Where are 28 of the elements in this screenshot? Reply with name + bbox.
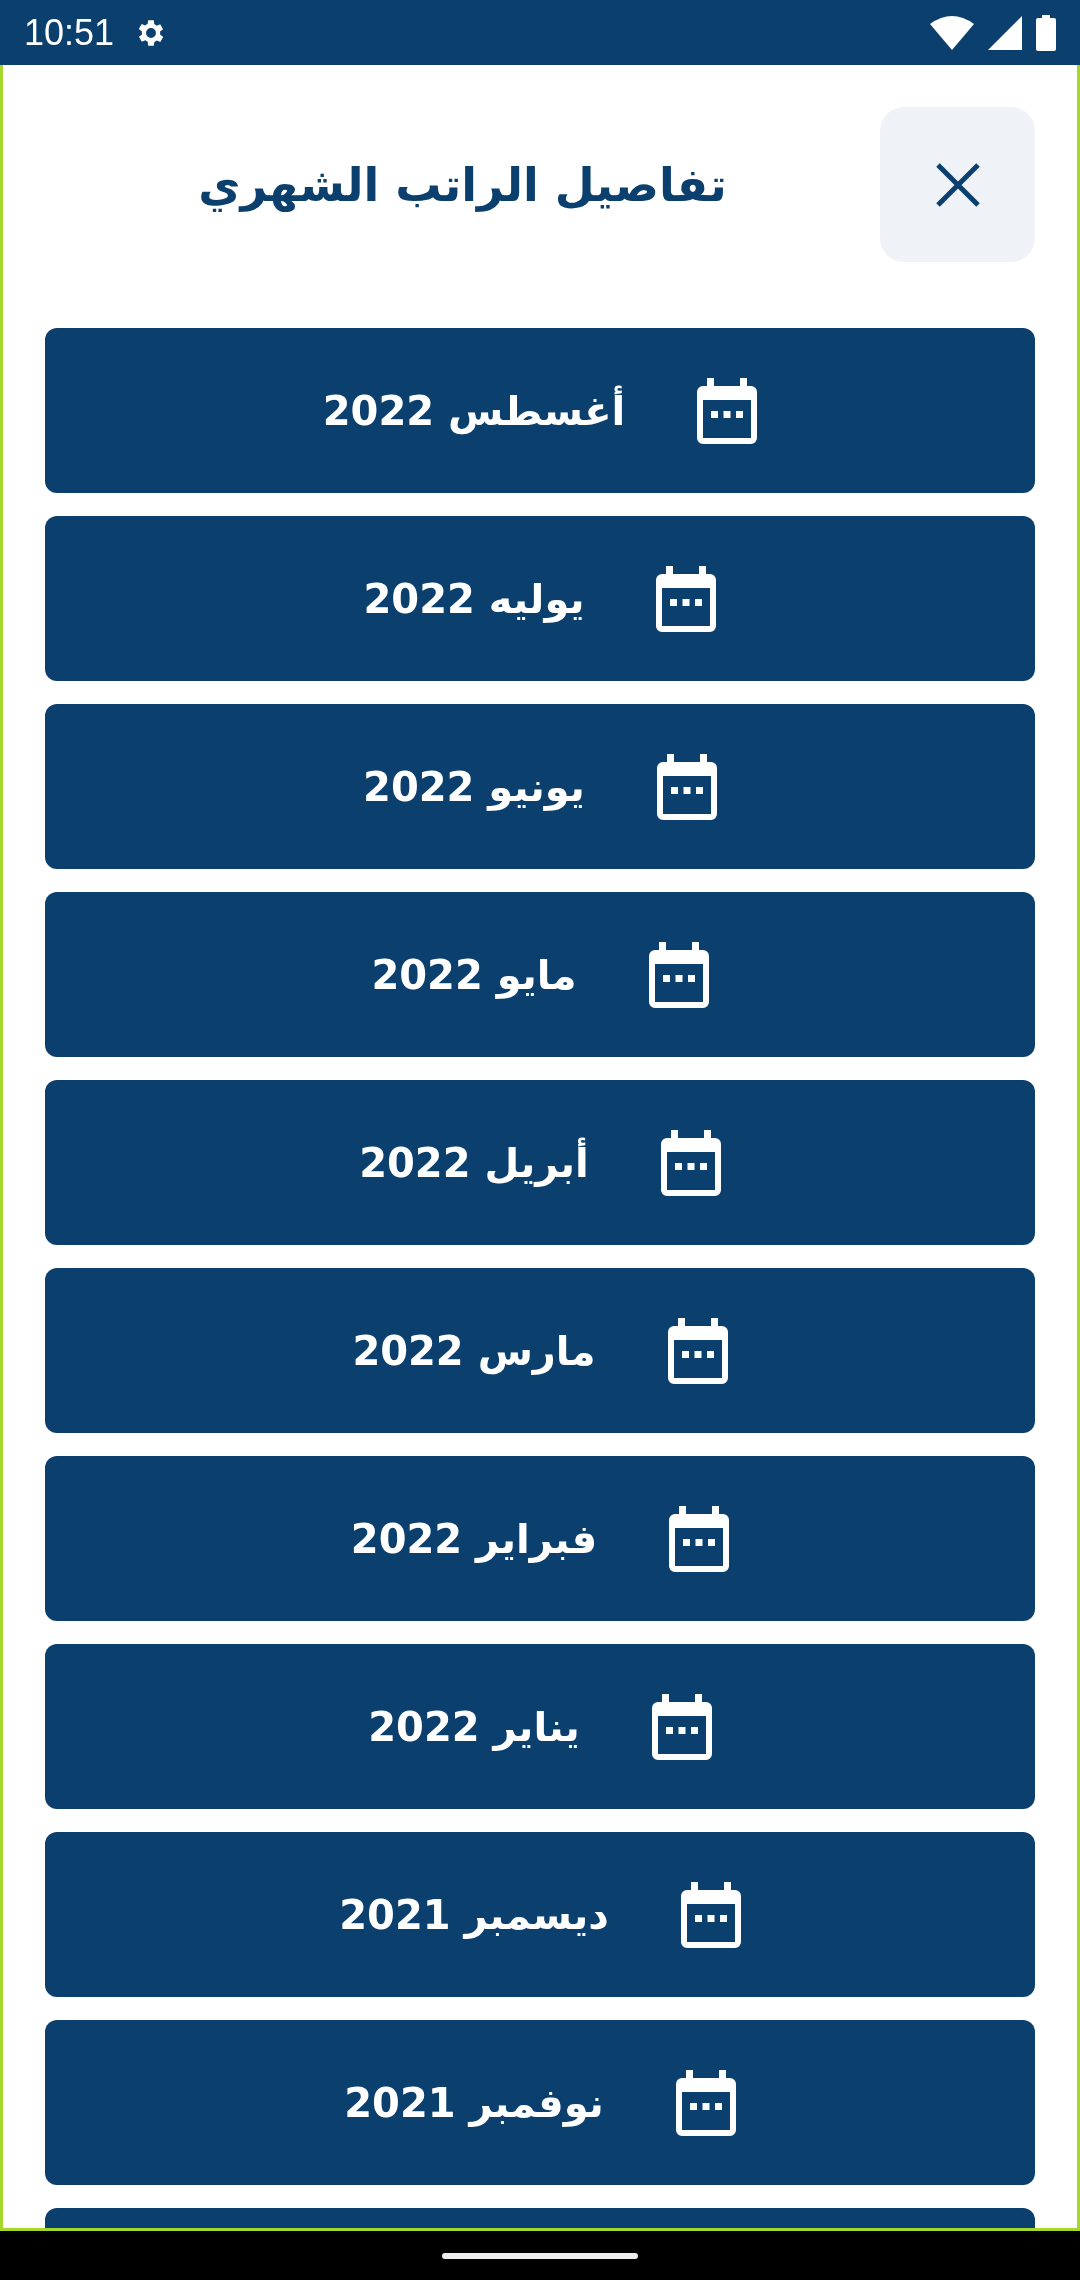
calendar-icon: [651, 1693, 712, 1760]
month-button[interactable]: مايو 2022: [45, 892, 1035, 1057]
calendar-icon: [656, 565, 717, 632]
close-icon: [934, 161, 981, 208]
calendar-icon: [648, 941, 709, 1008]
month-button[interactable]: يناير 2022: [45, 1644, 1035, 1809]
close-button[interactable]: [880, 107, 1035, 262]
calendar-icon: [697, 377, 758, 444]
calendar-icon: [660, 1129, 721, 1196]
calendar-icon: [680, 1881, 741, 1948]
home-indicator[interactable]: [442, 2252, 638, 2259]
month-button[interactable]: يونيو 2022: [45, 704, 1035, 869]
month-button[interactable]: فبراير 2022: [45, 1456, 1035, 1621]
clock: 10:51: [24, 11, 115, 54]
calendar-icon: [667, 1317, 728, 1384]
signal-icon: [988, 15, 1022, 50]
month-button[interactable]: أبريل 2022: [45, 1080, 1035, 1245]
battery-icon: [1036, 14, 1056, 51]
sheet-title: تفاصيل الراتب الشهري: [197, 157, 728, 212]
month-button[interactable]: يوليه 2022: [45, 516, 1035, 681]
month-button[interactable]: مارس 2022: [45, 1268, 1035, 1433]
calendar-icon: [675, 2069, 736, 2136]
calendar-icon: [656, 753, 717, 820]
wifi-icon: [930, 15, 974, 50]
month-button[interactable]: ديسمبر 2021: [45, 1832, 1035, 1997]
month-button[interactable]: أغسطس 2022: [45, 328, 1035, 493]
month-button[interactable]: نوفمبر 2021: [45, 2020, 1035, 2185]
calendar-icon: [669, 1505, 730, 1572]
